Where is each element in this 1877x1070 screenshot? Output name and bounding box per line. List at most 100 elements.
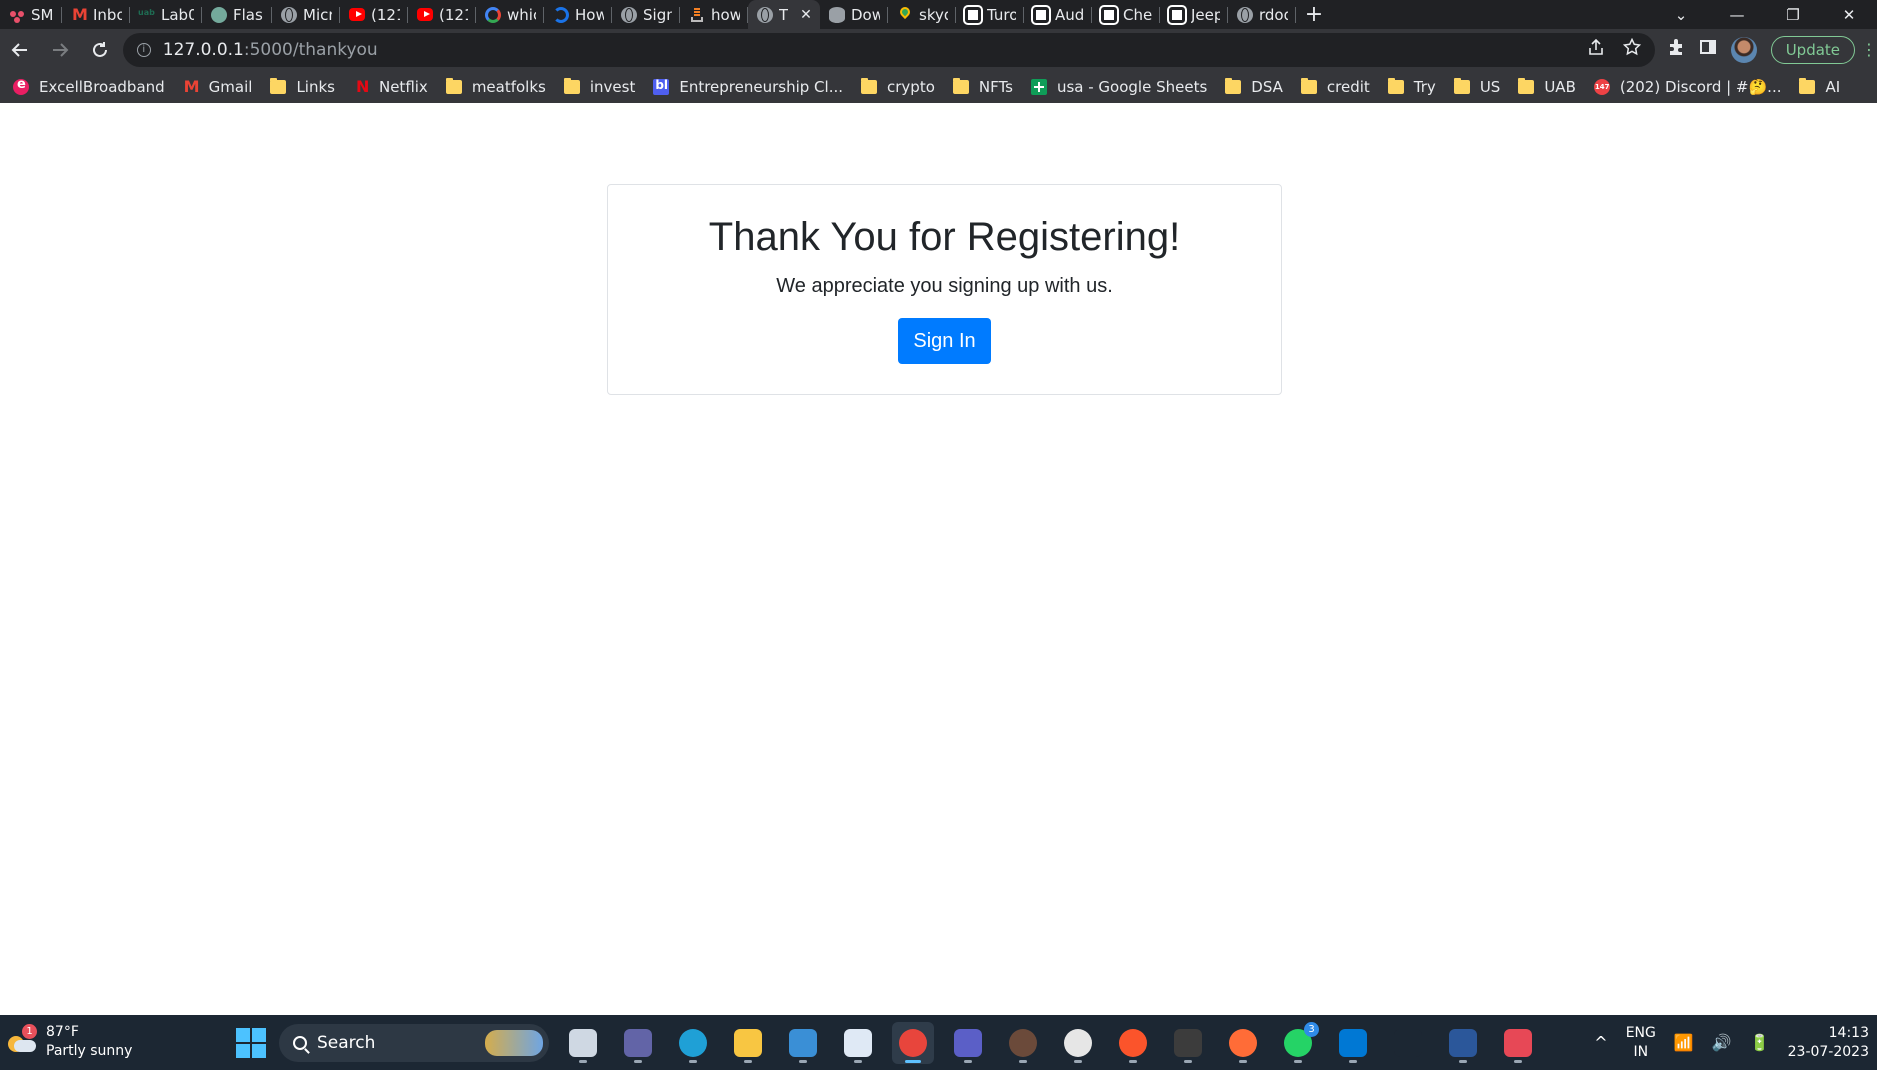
bookmark-item[interactable]: usa - Google Sheets (1022, 73, 1216, 101)
update-button[interactable]: Update (1770, 35, 1856, 64)
taskbar-app-notepad[interactable] (837, 1022, 879, 1064)
taskbar-app-brave[interactable] (1112, 1022, 1154, 1064)
bookmark-item[interactable]: DSA (1216, 73, 1292, 101)
tab-title: T (779, 5, 789, 24)
sign-in-button[interactable]: Sign In (898, 318, 991, 364)
browser-tab[interactable]: SM (0, 0, 62, 29)
bookmarks-bar: ExcellBroadband Gmail Links Netflix meatfolk… (0, 70, 1877, 103)
browser-tab[interactable]: Micr (272, 0, 340, 29)
browser-tab[interactable]: Jeep (1160, 0, 1228, 29)
bookmark-item[interactable]: crypto (852, 73, 944, 101)
browser-tab[interactable]: Sign (612, 0, 680, 29)
close-window-icon[interactable]: ✕ (1821, 6, 1877, 24)
bookmark-item[interactable]: Try (1379, 73, 1445, 101)
bookmark-item[interactable]: US (1445, 73, 1510, 101)
browser-tab[interactable]: rdod (1228, 0, 1296, 29)
back-icon[interactable] (0, 33, 40, 67)
browser-tab[interactable]: (121) (408, 0, 476, 29)
taskbar-search[interactable]: Search (279, 1023, 549, 1062)
bookmark-item[interactable]: Netflix (344, 73, 437, 101)
volume-icon[interactable]: 🔊 (1712, 1033, 1732, 1052)
running-indicator (1459, 1059, 1467, 1063)
language-indicator[interactable]: ENG IN (1626, 1024, 1656, 1062)
share-icon[interactable] (1587, 38, 1605, 61)
taskbar-app-edge[interactable] (672, 1022, 714, 1064)
tab-search-icon[interactable]: ⌄ (1653, 6, 1709, 24)
site-info-icon[interactable]: i (136, 42, 151, 57)
taskbar-app-whatsapp[interactable]: 3 (1277, 1021, 1319, 1064)
running-indicator (854, 1059, 862, 1063)
bookmark-item[interactable]: credit (1292, 73, 1379, 101)
bookmark-item[interactable]: (202) Discord | #🤔... (1585, 73, 1791, 101)
browser-tab[interactable]: how (680, 0, 748, 29)
bookmark-item[interactable]: UAB (1509, 73, 1585, 101)
clock[interactable]: 14:13 23-07-2023 (1788, 1024, 1869, 1062)
bookmark-item[interactable]: ExcellBroadband (4, 73, 174, 101)
close-tab-icon[interactable]: ✕ (800, 7, 812, 23)
side-panel-icon[interactable] (1699, 38, 1717, 61)
taskbar-app-microsoft-store[interactable] (782, 1022, 824, 1064)
folder-icon (1518, 77, 1535, 94)
taskbar-app-contact[interactable] (1002, 1022, 1044, 1064)
taskbar-app-word[interactable] (1442, 1022, 1484, 1064)
taskbar-app-blank[interactable] (1387, 1022, 1429, 1064)
bookmark-item[interactable]: AI (1790, 73, 1849, 101)
bookmark-item[interactable]: invest (555, 73, 644, 101)
page-content: Thank You for Registering! We appreciate… (0, 103, 1877, 1015)
more-menu-icon[interactable]: ⋮ (1861, 40, 1877, 59)
browser-tab[interactable]: T ✕ (748, 0, 820, 29)
reload-icon[interactable] (80, 33, 120, 67)
browser-tab[interactable]: (121) (340, 0, 408, 29)
browser-tab[interactable]: Audi (1024, 0, 1092, 29)
bookmark-item[interactable]: Entrepreneurship Cl... (644, 73, 852, 101)
lab-icon (138, 7, 155, 23)
partly-sunny-icon: 1 (8, 1024, 37, 1054)
taskbar-app-teams[interactable] (947, 1022, 989, 1064)
browser-tab[interactable]: Inbo (62, 0, 130, 29)
bookmark-item[interactable]: Gmail (174, 73, 262, 101)
blank-icon (1394, 1028, 1422, 1057)
taskbar-app-terminal[interactable] (1167, 1022, 1209, 1064)
wifi-icon[interactable]: 📶 (1674, 1033, 1694, 1052)
taskbar-app-clock[interactable] (1057, 1022, 1099, 1064)
address-bar[interactable]: i 127.0.0.1:5000/thankyou (122, 32, 1655, 67)
sm-icon (9, 7, 25, 23)
taskbar-app-file-explorer[interactable] (727, 1022, 769, 1064)
url-path: :5000/thankyou (243, 39, 378, 60)
browser-tab[interactable]: Turo (956, 0, 1024, 29)
browser-tab[interactable]: Lab0 (130, 0, 202, 29)
tray-overflow-icon[interactable]: ^ (1594, 1033, 1607, 1052)
tab-list: SM Inbo Lab0 Flask Micr (121) (121) whic How Sign… (0, 0, 1296, 29)
browser-tab[interactable]: Flask (202, 0, 272, 29)
profile-avatar[interactable] (1730, 36, 1757, 63)
forward-icon[interactable] (40, 33, 80, 67)
turo-icon (1099, 4, 1119, 25)
taskbar-app-task-view[interactable] (562, 1022, 604, 1064)
extensions-icon[interactable] (1667, 38, 1685, 61)
taskbar-app-chat[interactable] (617, 1022, 659, 1064)
running-indicator (1019, 1059, 1027, 1063)
tab-title: How (575, 5, 604, 24)
bookmark-item[interactable]: meatfolks (437, 73, 555, 101)
taskbar: 1 87°F Partly sunny Search 3 ^ ENG IN 📶 … (0, 1015, 1877, 1070)
browser-tab[interactable]: How (544, 0, 612, 29)
browser-tab[interactable]: Dow (820, 0, 888, 29)
thankyou-message: We appreciate you signing up with us. (776, 275, 1113, 297)
taskbar-app-chrome[interactable] (892, 1021, 934, 1064)
start-button[interactable] (236, 1027, 266, 1058)
vscode-icon (1339, 1028, 1367, 1057)
browser-tab[interactable]: Chev (1092, 0, 1160, 29)
browser-tab[interactable]: whic (476, 0, 544, 29)
restore-icon[interactable]: ❐ (1765, 6, 1821, 24)
taskbar-app-snipping-tool[interactable] (1497, 1022, 1539, 1064)
bookmark-item[interactable]: NFTs (944, 73, 1022, 101)
battery-icon[interactable]: 🔋 (1750, 1033, 1770, 1052)
weather-widget[interactable]: 1 87°F Partly sunny (8, 1023, 132, 1061)
bookmark-item[interactable]: Links (261, 73, 344, 101)
taskbar-app-postman[interactable] (1222, 1022, 1264, 1064)
taskbar-app-vscode[interactable] (1332, 1022, 1374, 1064)
bookmark-star-icon[interactable] (1622, 37, 1641, 61)
browser-tab[interactable]: skyd (888, 0, 956, 29)
new-tab-button[interactable]: + (1296, 0, 1332, 29)
minimize-icon[interactable]: — (1709, 6, 1765, 24)
